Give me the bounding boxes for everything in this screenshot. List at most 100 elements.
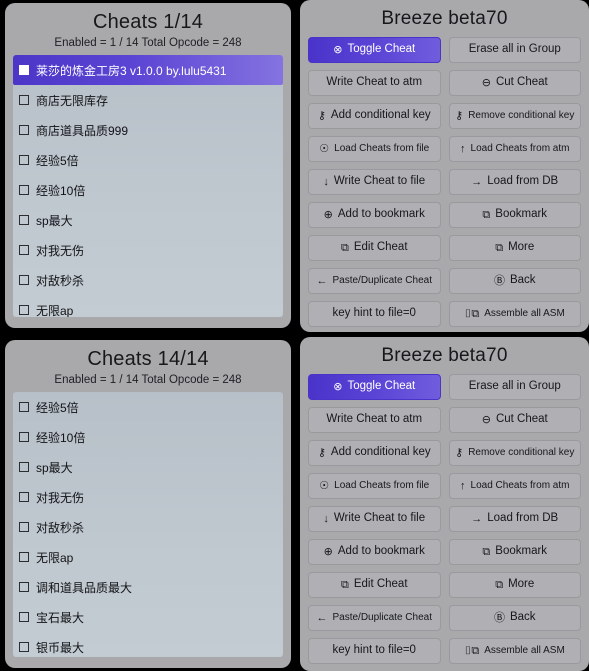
menu-panel-top: Breeze beta70 ⊗ Toggle Cheat Erase all in … xyxy=(300,0,589,332)
menu-button-label: Write Cheat to atm xyxy=(326,76,423,89)
menu-button-bookmark[interactable]: ⧉ Bookmark xyxy=(448,202,581,228)
cheat-list-item[interactable]: 莱莎的炼金工房3 v1.0.0 by.lulu5431 xyxy=(13,55,283,85)
cheat-list-item[interactable]: 经验10倍 xyxy=(13,175,283,205)
checkbox-icon[interactable] xyxy=(19,305,29,315)
cheat-list-item[interactable]: 对我无伤 xyxy=(13,482,283,512)
clock-icon: ☉ xyxy=(319,479,330,492)
menu-button-more[interactable]: ⧉ More xyxy=(448,572,581,598)
checkbox-icon[interactable] xyxy=(19,462,29,472)
menu-button-load-from-db[interactable]: → Load from DB xyxy=(448,169,581,195)
menu-button-back[interactable]: Ⓑ Back xyxy=(448,605,581,631)
more-icon: ⧉ xyxy=(495,241,504,254)
bookmark-icon: ⧉ xyxy=(482,208,491,221)
menu-button-label: Remove conditional key xyxy=(468,447,575,458)
menu-button-assemble-all-asm[interactable]: ⌷⧉ Assemble all ASM xyxy=(448,301,581,327)
key-icon: ⚷ xyxy=(455,109,464,122)
checkbox-icon[interactable] xyxy=(19,215,29,225)
menu-button-remove-conditional-key[interactable]: ⚷ Remove conditional key xyxy=(448,103,581,129)
menu-button-label: Bookmark xyxy=(495,545,548,558)
cheat-list-item[interactable]: 经验10倍 xyxy=(13,422,283,452)
checkbox-icon[interactable] xyxy=(19,185,29,195)
checkbox-icon[interactable] xyxy=(19,275,29,285)
cheat-list-item[interactable]: 宝石最大 xyxy=(13,602,283,632)
menu-button-load-cheats-from-atm[interactable]: ↑ Load Cheats from atm xyxy=(448,473,581,499)
cheats-panel-bottom: Cheats 14/14 Enabled = 1 / 14 Total Opco… xyxy=(5,340,291,668)
menu-button-remove-conditional-key[interactable]: ⚷ Remove conditional key xyxy=(448,440,581,466)
cheat-item-label: 商店道具品质999 xyxy=(36,123,129,138)
cheat-list-item[interactable]: 经验5倍 xyxy=(13,145,283,175)
cheat-list-item[interactable]: sp最大 xyxy=(13,452,283,482)
checkbox-icon[interactable] xyxy=(19,432,29,442)
menu-button-label: Bookmark xyxy=(495,208,548,221)
checkbox-icon[interactable] xyxy=(19,125,29,135)
menu-button-load-cheats-from-file[interactable]: ☉ Load Cheats from file xyxy=(308,473,441,499)
menu-button-label: Toggle Cheat xyxy=(347,43,416,56)
cheats-list-bottom[interactable]: 经验5倍 经验10倍 sp最大 对我无伤 对敌秒杀 无限ap 调和道具品质最大宝石最大银币最… xyxy=(13,392,283,657)
checkbox-icon[interactable] xyxy=(19,95,29,105)
menu-button-add-conditional-key[interactable]: ⚷ Add conditional key xyxy=(308,103,441,129)
menu-button-paste-duplicate-cheat[interactable]: ← Paste/Duplicate Cheat xyxy=(308,268,441,294)
checkbox-icon[interactable] xyxy=(19,522,29,532)
arrow-down-icon: ↓ xyxy=(323,175,329,188)
menu-button-key-hint-to-file-0[interactable]: key hint to file=0 xyxy=(308,301,441,327)
cheat-list-item[interactable]: 对我无伤 xyxy=(13,235,283,265)
checkbox-icon[interactable] xyxy=(19,612,29,622)
cheat-list-item[interactable]: 银币最大 xyxy=(13,632,283,657)
menu-button-bookmark[interactable]: ⧉ Bookmark xyxy=(448,539,581,565)
cheat-list-item[interactable]: 无限ap xyxy=(13,542,283,572)
checkbox-checked-icon[interactable] xyxy=(19,65,29,75)
menu-button-write-cheat-to-atm[interactable]: Write Cheat to atm xyxy=(308,70,441,96)
cheat-list-item[interactable]: 经验5倍 xyxy=(13,392,283,422)
menu-button-more[interactable]: ⧉ More xyxy=(448,235,581,261)
cheats-status-line: Enabled = 1 / 14 Total Opcode = 248 xyxy=(54,374,242,386)
menu-button-toggle-cheat[interactable]: ⊗ Toggle Cheat xyxy=(308,374,441,400)
checkbox-icon[interactable] xyxy=(19,642,29,652)
cheat-list-item[interactable]: sp最大 xyxy=(13,205,283,235)
checkbox-icon[interactable] xyxy=(19,552,29,562)
cheat-list-item[interactable]: 无限ap xyxy=(13,295,283,317)
menu-button-grid-bottom: ⊗ Toggle Cheat Erase all in Group Write Che… xyxy=(308,374,581,664)
cheat-item-label: 对我无伤 xyxy=(36,243,85,258)
arrow-up-icon: ↑ xyxy=(460,142,466,155)
menu-button-write-cheat-to-file[interactable]: ↓ Write Cheat to file xyxy=(308,169,441,195)
menu-button-write-cheat-to-atm[interactable]: Write Cheat to atm xyxy=(308,407,441,433)
menu-button-load-cheats-from-file[interactable]: ☉ Load Cheats from file xyxy=(308,136,441,162)
menu-button-paste-duplicate-cheat[interactable]: ← Paste/Duplicate Cheat xyxy=(308,605,441,631)
menu-button-label: Add conditional key xyxy=(330,446,431,459)
menu-button-label: Load from DB xyxy=(487,175,559,188)
cheat-item-label: 对敌秒杀 xyxy=(36,273,85,288)
cheat-list-item[interactable]: 商店无限库存 xyxy=(13,85,283,115)
menu-button-back[interactable]: Ⓑ Back xyxy=(448,268,581,294)
cheats-list-top[interactable]: 莱莎的炼金工房3 v1.0.0 by.lulu5431 商店无限库存商店道具品质9… xyxy=(13,55,283,317)
cheat-list-item[interactable]: 商店道具品质999 xyxy=(13,115,283,145)
cheat-list-item[interactable]: 调和道具品质最大 xyxy=(13,572,283,602)
cheat-item-label: 商店无限库存 xyxy=(36,93,109,108)
menu-button-edit-cheat[interactable]: ⧉ Edit Cheat xyxy=(308,572,441,598)
menu-button-erase-all-in-group[interactable]: Erase all in Group xyxy=(448,374,581,400)
menu-button-assemble-all-asm[interactable]: ⌷⧉ Assemble all ASM xyxy=(448,638,581,664)
checkbox-icon[interactable] xyxy=(19,582,29,592)
menu-button-edit-cheat[interactable]: ⧉ Edit Cheat xyxy=(308,235,441,261)
menu-button-key-hint-to-file-0[interactable]: key hint to file=0 xyxy=(308,638,441,664)
menu-button-cut-cheat[interactable]: ⊖ Cut Cheat xyxy=(448,70,581,96)
menu-button-add-to-bookmark[interactable]: ⊕ Add to bookmark xyxy=(308,202,441,228)
menu-button-erase-all-in-group[interactable]: Erase all in Group xyxy=(448,37,581,63)
menu-button-toggle-cheat[interactable]: ⊗ Toggle Cheat xyxy=(308,37,441,63)
menu-button-write-cheat-to-file[interactable]: ↓ Write Cheat to file xyxy=(308,506,441,532)
menu-button-load-from-db[interactable]: → Load from DB xyxy=(448,506,581,532)
menu-button-load-cheats-from-atm[interactable]: ↑ Load Cheats from atm xyxy=(448,136,581,162)
circle-b-icon: Ⓑ xyxy=(493,274,505,287)
cheat-list-item[interactable]: 对敌秒杀 xyxy=(13,512,283,542)
checkbox-icon[interactable] xyxy=(19,245,29,255)
checkbox-icon[interactable] xyxy=(19,492,29,502)
menu-button-add-conditional-key[interactable]: ⚷ Add conditional key xyxy=(308,440,441,466)
checkbox-icon[interactable] xyxy=(19,402,29,412)
checkbox-icon[interactable] xyxy=(19,155,29,165)
cheat-item-label: 无限ap xyxy=(36,303,74,318)
cheat-item-label: 宝石最大 xyxy=(36,610,85,625)
menu-button-add-to-bookmark[interactable]: ⊕ Add to bookmark xyxy=(308,539,441,565)
menu-button-label: Remove conditional key xyxy=(468,110,575,121)
cheat-list-item[interactable]: 对敌秒杀 xyxy=(13,265,283,295)
menu-button-cut-cheat[interactable]: ⊖ Cut Cheat xyxy=(448,407,581,433)
cheat-item-label: 经验10倍 xyxy=(36,183,86,198)
